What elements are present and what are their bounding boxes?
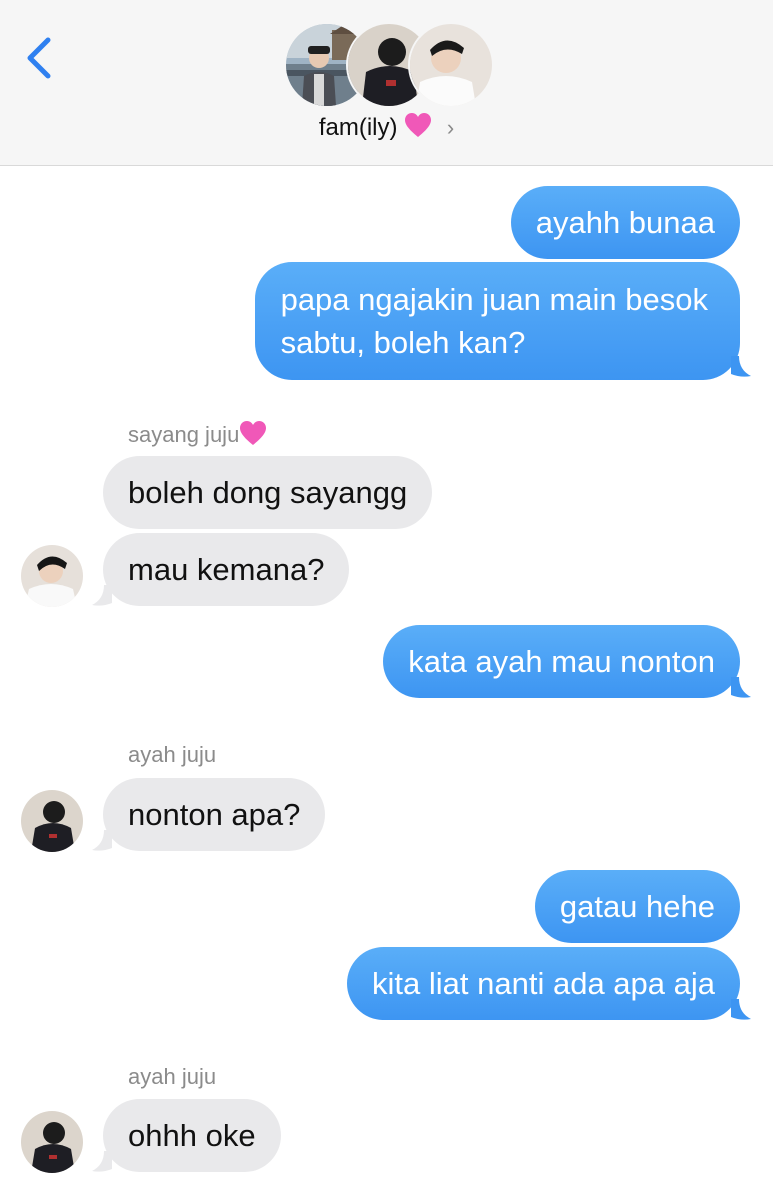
message-text: mau kemana? <box>128 552 325 587</box>
group-name: fam(ily) <box>318 114 398 141</box>
pink-heart-icon <box>405 113 432 137</box>
message-text: ohhh oke <box>128 1118 256 1153</box>
outgoing-message[interactable]: ayahh bunaa <box>510 186 740 259</box>
pink-heart-icon <box>240 421 267 445</box>
sender-name: sayang juju <box>128 420 267 449</box>
outgoing-bubble-tail <box>731 356 751 377</box>
incoming-bubble-tail <box>92 1151 112 1172</box>
outgoing-bubble-tail <box>731 677 751 698</box>
incoming-message[interactable]: ohhh oke <box>103 1099 281 1172</box>
conversation-header: fam(ily) › <box>0 0 773 166</box>
sender-label: ayah juju <box>128 742 217 767</box>
message-text: nonton apa? <box>128 797 301 832</box>
group-title[interactable]: fam(ily) › <box>0 112 773 144</box>
chevron-right-icon: › <box>446 115 455 140</box>
sender-avatar[interactable] <box>21 545 83 607</box>
outgoing-message[interactable]: kata ayah mau nonton <box>383 625 740 698</box>
outgoing-bubble-tail <box>731 999 751 1020</box>
outgoing-message[interactable]: papa ngajakin juan main besok sabtu, bol… <box>254 262 740 380</box>
outgoing-message[interactable]: gatau hehe <box>534 870 740 943</box>
incoming-bubble-tail <box>92 830 112 851</box>
group-member-avatar-3 <box>408 22 494 108</box>
message-text: kata ayah mau nonton <box>408 644 715 679</box>
sender-avatar[interactable] <box>21 790 83 852</box>
sender-label: ayah juju <box>128 1064 217 1089</box>
incoming-bubble-tail <box>92 585 112 606</box>
message-text: gatau hehe <box>559 889 715 924</box>
sender-name: ayah juju <box>128 741 216 769</box>
sender-label: sayang juju <box>128 422 240 447</box>
message-text-line-2: sabtu, boleh kan? <box>280 325 526 360</box>
incoming-message[interactable]: nonton apa? <box>103 778 326 851</box>
message-text: kita liat nanti ada apa aja <box>372 966 715 1001</box>
back-chevron-icon[interactable] <box>24 36 56 80</box>
group-avatars[interactable] <box>284 22 494 108</box>
message-text: ayahh bunaa <box>535 205 715 240</box>
message-text: boleh dong sayangg <box>128 475 408 510</box>
sender-avatar[interactable] <box>21 1111 83 1173</box>
sender-name: ayah juju <box>128 1063 216 1091</box>
incoming-message[interactable]: boleh dong sayangg <box>103 456 433 529</box>
message-text-line-1: papa ngajakin juan main besok <box>280 282 708 317</box>
incoming-message[interactable]: mau kemana? <box>103 533 350 606</box>
outgoing-message[interactable]: kita liat nanti ada apa aja <box>347 947 740 1020</box>
